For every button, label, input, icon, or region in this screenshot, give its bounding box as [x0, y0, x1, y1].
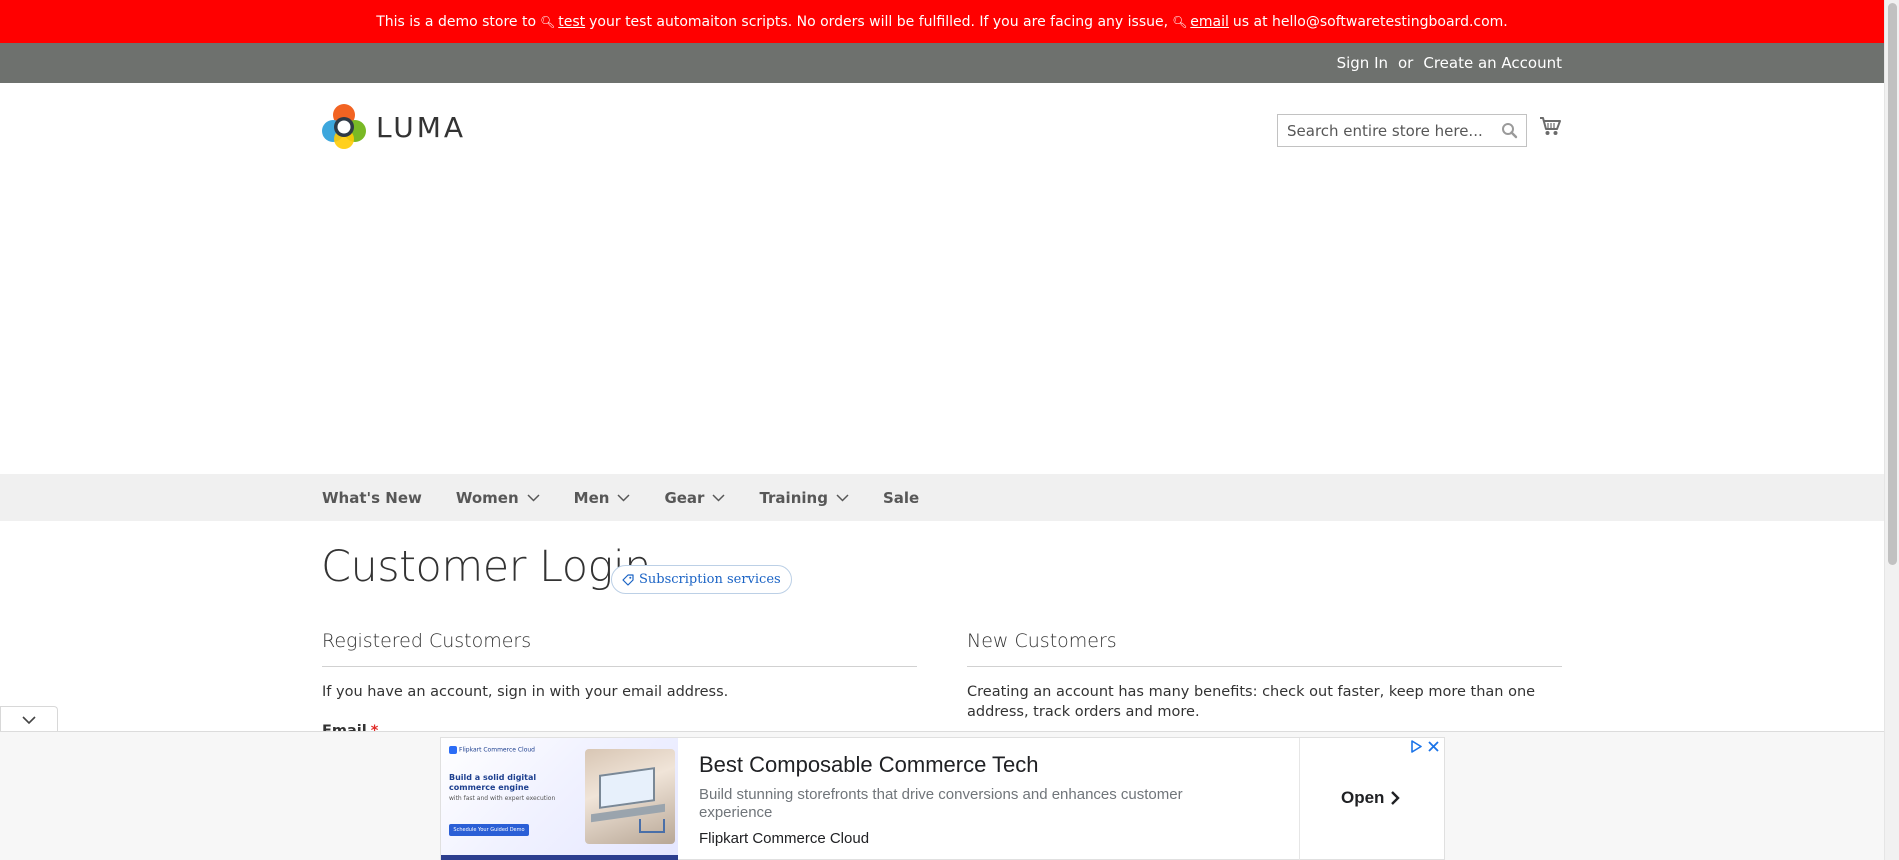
nav-item-men[interactable]: Men — [574, 489, 631, 507]
close-icon[interactable] — [1427, 740, 1440, 753]
ad-divider — [1299, 738, 1300, 860]
search-input[interactable] — [1278, 115, 1493, 146]
demo-notice-text-3: us at hello@softwaretestingboard.com. — [1232, 13, 1508, 30]
demo-notice-bar: This is a demo store to 🔍︎ test your tes… — [0, 0, 1884, 43]
scrollbar-thumb[interactable] — [1888, 3, 1897, 565]
nav-item-women[interactable]: Women — [456, 489, 540, 507]
chevron-down-icon — [712, 493, 725, 502]
ad-banner[interactable]: Flipkart Commerce Cloud Build a solid di… — [440, 737, 1445, 860]
nav-item-label: Men — [573, 488, 610, 507]
page-title: Customer Login — [321, 542, 652, 592]
or-text: or — [1398, 54, 1414, 72]
ad-image-subline: with fast and with expert execution — [449, 795, 556, 802]
main-navigation: What's New Women Men Gear Training Sale — [0, 474, 1884, 521]
search-box — [1277, 114, 1527, 147]
ad-choices-icon[interactable] — [1410, 740, 1423, 753]
minicart-button[interactable] — [1539, 116, 1561, 140]
nav-item-training[interactable]: Training — [759, 488, 849, 507]
ad-open-label: Open — [1341, 788, 1385, 807]
cart-icon — [1540, 117, 1561, 135]
laptop-photo — [585, 749, 675, 844]
luma-logo-icon — [322, 104, 366, 149]
create-account-link[interactable]: Create an Account — [1423, 54, 1562, 72]
page-scrollbar[interactable] — [1884, 0, 1899, 860]
new-customers-title: New Customers — [967, 630, 1117, 652]
ad-description: Build stunning storefronts that drive co… — [699, 786, 1183, 821]
registered-intro: If you have an account, sign in with you… — [322, 684, 729, 700]
chevron-down-icon — [836, 493, 849, 502]
search-icon[interactable] — [1501, 122, 1518, 139]
ad-title[interactable]: Best Composable Commerce Tech — [699, 752, 1039, 778]
subscription-services-badge[interactable]: Subscription services — [611, 565, 792, 594]
nav-item-label: Sale — [882, 488, 920, 507]
nav-item-sale[interactable]: Sale — [883, 489, 919, 507]
mini-cart-icon — [639, 819, 665, 833]
header-links: Sign In or Create an Account — [1337, 43, 1562, 83]
registered-divider — [322, 666, 917, 667]
ad-image-footer-strip — [441, 855, 678, 860]
nav-item-label: Gear — [664, 488, 705, 507]
chevron-down-icon — [22, 715, 36, 724]
chevron-down-icon — [617, 493, 630, 502]
ad-choices[interactable] — [1410, 740, 1440, 753]
demo-notice-text-2: your test automaiton scripts. No orders … — [589, 13, 1169, 30]
ad-collapse-button[interactable] — [0, 706, 58, 732]
ad-image-cta[interactable]: Schedule Your Guided Demo — [449, 824, 529, 836]
demo-notice-email-link[interactable]: email — [1190, 14, 1229, 30]
header-panel: Sign In or Create an Account — [0, 43, 1884, 83]
sign-in-link[interactable]: Sign In — [1337, 54, 1388, 72]
nav-item-gear[interactable]: Gear — [664, 489, 725, 507]
laptop-screen — [599, 767, 655, 809]
ad-image[interactable]: Flipkart Commerce Cloud Build a solid di… — [441, 738, 678, 860]
ad-advertiser[interactable]: Flipkart Commerce Cloud — [699, 830, 869, 847]
nav-item-label: Training — [759, 488, 828, 507]
nav-item-label: What's New — [322, 488, 422, 507]
new-customers-intro: Creating an account has many benefits: c… — [967, 684, 1536, 720]
page: This is a demo store to 🔍︎ test your tes… — [0, 0, 1899, 860]
search-icon: 🔍︎ — [540, 14, 556, 29]
nav-item-what-s-new[interactable]: What's New — [322, 489, 422, 507]
logo[interactable]: LUMA — [322, 104, 466, 150]
chevron-right-icon — [1391, 791, 1401, 805]
demo-notice-test-link[interactable]: test — [558, 14, 585, 30]
new-customers-divider — [967, 666, 1562, 667]
brand-mark-icon — [449, 746, 457, 754]
tag-icon — [622, 573, 634, 586]
ad-image-brand-text: Flipkart Commerce Cloud — [459, 746, 535, 754]
logo-text: LUMA — [376, 110, 467, 144]
ad-image-brand: Flipkart Commerce Cloud — [449, 746, 535, 754]
demo-notice-text-1: This is a demo store to — [376, 13, 537, 30]
registered-customers-title: Registered Customers — [322, 630, 532, 652]
search-icon: 🔍︎ — [1172, 14, 1188, 29]
nav-item-label: Women — [455, 488, 519, 507]
ad-image-headline: Build a solid digital commerce engine — [449, 773, 537, 792]
nav-list: What's New Women Men Gear Training Sale — [322, 474, 953, 521]
subscription-services-label: Subscription services — [639, 572, 781, 587]
ad-open-button[interactable]: Open — [1341, 788, 1401, 808]
chevron-down-icon — [527, 493, 540, 502]
